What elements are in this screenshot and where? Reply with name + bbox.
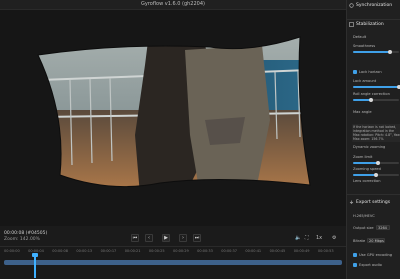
timeline-tick-label: 00:00:13 <box>76 249 93 253</box>
gpu-encoding-label: Use GPU encoding <box>359 253 393 257</box>
step-back-button[interactable]: ‹ <box>145 234 153 242</box>
sync-icon <box>349 3 354 8</box>
max-angle-label: Max angle <box>353 110 372 114</box>
timeline-ruler: 00:00:00 00:00:04 00:00:08 00:00:13 00:00:17… <box>0 249 346 255</box>
zooming-speed-slider[interactable] <box>353 172 399 177</box>
bitrate-input[interactable]: 20 Mbps <box>367 238 385 243</box>
output-size-input[interactable]: 3264 <box>376 225 390 230</box>
output-size-label: Output size <box>353 226 374 230</box>
lock-horizon-checkbox[interactable] <box>353 70 357 74</box>
prev-frame-button[interactable]: ⏮ <box>131 234 139 242</box>
timeline-tick-label: 00:00:21 <box>124 249 141 253</box>
speaker-icon[interactable]: 🔈 <box>295 235 301 241</box>
lock-horizon-label: Lock horizon <box>359 70 382 74</box>
settings-panel: Synchronization Stabilization Default Sm… <box>346 0 400 279</box>
export-audio-label: Export audio <box>359 263 382 267</box>
zoom-limit-label: Zoom limit <box>353 155 373 159</box>
section-stabilization[interactable]: Stabilization <box>349 22 384 27</box>
divider <box>347 19 400 20</box>
smoothness-slider[interactable] <box>353 49 399 54</box>
timeline-tick-label: 00:00:41 <box>245 249 262 253</box>
timeline-tick-label: 00:00:33 <box>197 249 213 253</box>
title-bar: Gyroflow v1.6.0 (gh2204) – □ × <box>0 0 400 10</box>
lens-correction-label[interactable]: Lens correction <box>353 179 381 183</box>
app-title: Gyroflow v1.6.0 (gh2204) <box>141 1 205 7</box>
roll-angle-slider[interactable] <box>353 97 399 102</box>
timeline[interactable]: 00:00:00 00:00:04 00:00:08 00:00:13 00:00:17… <box>0 246 346 279</box>
playback-controls: ⏮ ‹ ▶ › ⏭ 🔈 ⛶ 1x ⚙ <box>0 234 346 244</box>
playhead[interactable] <box>32 253 39 278</box>
timeline-tick-label: 00:00:00 <box>4 249 20 253</box>
timeline-tick-label: 00:00:17 <box>100 249 117 253</box>
lock-amount-slider[interactable] <box>353 84 400 89</box>
smoothness-label: Smoothness <box>353 44 376 48</box>
export-icon <box>349 200 354 205</box>
gpu-encoding-checkbox[interactable] <box>353 253 357 257</box>
timeline-tick-label: 00:00:25 <box>148 249 165 253</box>
timeline-track[interactable] <box>4 260 342 265</box>
export-audio-checkbox[interactable] <box>353 263 357 267</box>
lock-amount-label: Lock amount <box>353 79 377 83</box>
settings-icon[interactable]: ⚙ <box>332 235 336 241</box>
timeline-tick-label: 00:00:49 <box>293 249 310 253</box>
timeline-tick-label: 00:00:37 <box>221 249 238 253</box>
timeline-tick-label: 00:00:53 <box>317 249 334 253</box>
roll-angle-label: Roll angle correction <box>353 92 390 96</box>
fullscreen-icon[interactable]: ⛶ <box>305 235 309 241</box>
play-button[interactable]: ▶ <box>162 234 170 242</box>
divider <box>347 194 400 195</box>
section-synchronization[interactable]: Synchronization <box>349 3 392 8</box>
section-export[interactable]: Export settings <box>349 200 390 205</box>
zoom-limit-slider[interactable] <box>353 160 399 165</box>
stabilized-frame <box>37 36 311 188</box>
video-viewer[interactable] <box>0 10 346 226</box>
info-line: Max zoom: 156.7% <box>353 137 384 141</box>
preset-label[interactable]: Default <box>353 35 366 39</box>
stabilization-icon <box>349 22 354 27</box>
next-frame-button[interactable]: ⏭ <box>193 234 201 242</box>
dynamic-zooming-label[interactable]: Dynamic zooming <box>353 145 385 149</box>
step-forward-button[interactable]: › <box>179 234 187 242</box>
zooming-speed-label: Zooming speed <box>353 167 381 171</box>
bitrate-label: Bitrate <box>353 239 366 243</box>
timeline-tick-label: 00:00:45 <box>269 249 286 253</box>
timeline-track-fill <box>4 260 342 265</box>
timeline-tick-label: 00:00:08 <box>52 249 69 253</box>
playback-speed[interactable]: 1x <box>316 235 322 241</box>
timeline-tick-label: 00:00:29 <box>173 249 189 253</box>
stabilization-info: If the horizon is not locked, integratio… <box>352 124 400 142</box>
codec-label[interactable]: H.265/HEVC <box>353 214 375 218</box>
